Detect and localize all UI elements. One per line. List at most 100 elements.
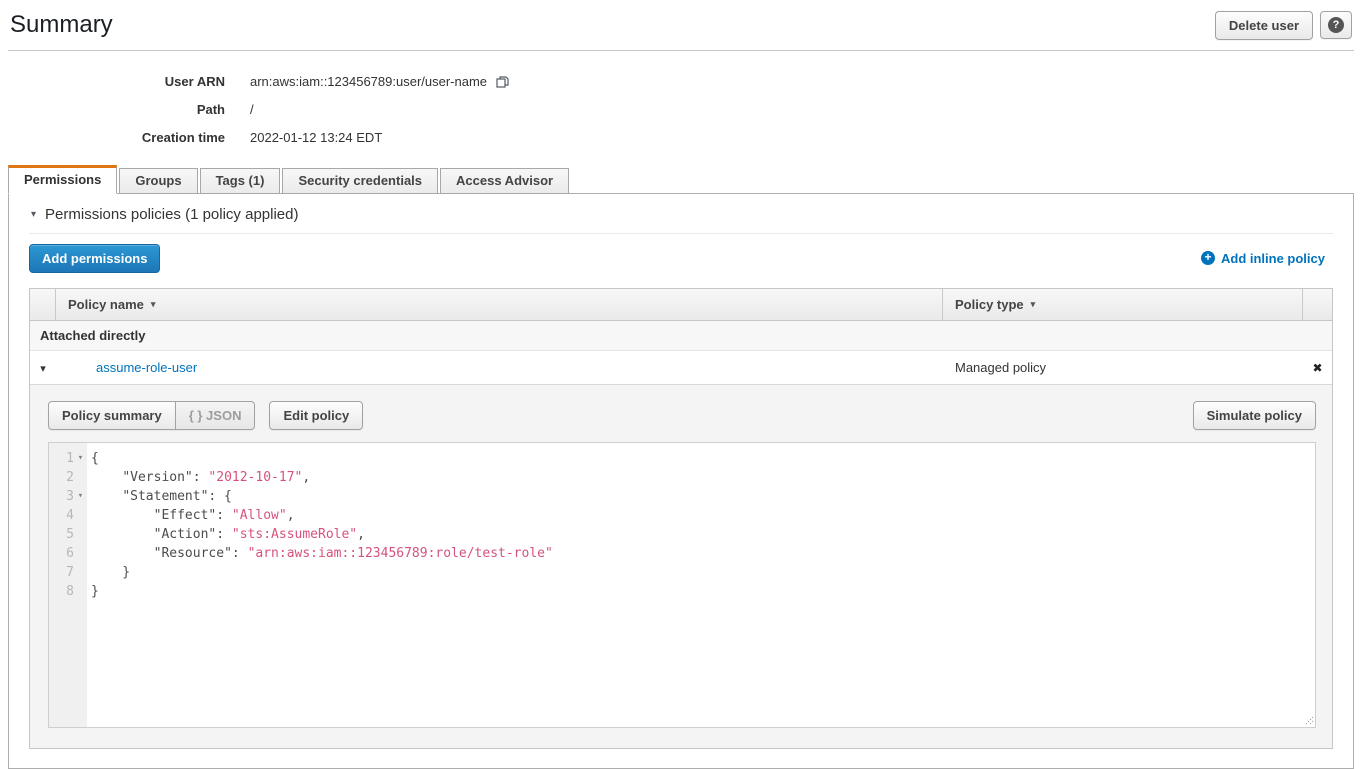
policy-detail-toolbar: Policy summary { } JSON Edit policy Simu… [48, 401, 1316, 430]
permissions-policies-section-header[interactable]: ▾ Permissions policies (1 policy applied… [29, 194, 1333, 234]
tab-tags-1[interactable]: Tags (1) [200, 168, 281, 194]
json-view-button[interactable]: { } JSON [175, 401, 256, 430]
code-segment-plain [91, 546, 154, 561]
attached-directly-group-row: Attached directly [30, 321, 1332, 351]
code-segment-key: "Effect" [154, 508, 217, 523]
line-number: 7 [54, 563, 74, 582]
code-segment-plain [91, 489, 122, 504]
tab-security-credentials[interactable]: Security credentials [282, 168, 438, 194]
code-segment-plain: , [287, 508, 295, 523]
field-row-creation-time: Creation time2022-01-12 13:24 EDT [8, 123, 1354, 151]
sort-caret-icon: ▾ [1031, 299, 1036, 310]
page-title: Summary [10, 11, 113, 39]
field-value-text: 2022-01-12 13:24 EDT [250, 130, 382, 145]
permissions-tab-panel: ▾ Permissions policies (1 policy applied… [8, 193, 1354, 769]
code-segment-string: "Allow" [232, 508, 287, 523]
editor-code[interactable]: { "Version": "2012-10-17", "Statement": … [87, 443, 1315, 727]
editor-gutter: 1▾23▾45678 [49, 443, 87, 727]
code-segment-key: "Resource" [154, 546, 232, 561]
policy-name-column-header[interactable]: Policy name ▾ [56, 289, 943, 320]
line-number: 1 [54, 449, 74, 468]
chevron-down-icon: ▾ [40, 363, 46, 375]
field-row-path: Path/ [8, 95, 1354, 123]
code-segment-plain: : { [208, 489, 231, 504]
code-line: { [91, 449, 1315, 468]
code-segment-plain: : [193, 470, 209, 485]
code-segment-plain: } [91, 565, 130, 580]
tab-access-advisor[interactable]: Access Advisor [440, 168, 569, 194]
code-line: "Action": "sts:AssumeRole", [91, 525, 1315, 544]
line-number: 8 [54, 582, 74, 601]
code-segment-key: "Version" [122, 470, 192, 485]
policy-type-column-header[interactable]: Policy type ▾ [943, 289, 1303, 320]
code-segment-string: "2012-10-17" [208, 470, 302, 485]
help-button[interactable]: ? [1320, 11, 1352, 39]
field-label: Path [8, 102, 250, 117]
code-line: } [91, 563, 1315, 582]
fold-toggle-icon[interactable]: ▾ [74, 454, 87, 463]
field-value: 2022-01-12 13:24 EDT [250, 130, 382, 145]
line-number: 4 [54, 506, 74, 525]
policy-detail-panel: Policy summary { } JSON Edit policy Simu… [30, 385, 1332, 748]
field-label: User ARN [8, 74, 250, 89]
gutter-line: 2 [49, 468, 87, 487]
plus-icon: + [1201, 251, 1215, 265]
gutter-line: 8 [49, 582, 87, 601]
code-segment-key: "Action" [154, 527, 217, 542]
sort-caret-icon: ▾ [151, 299, 156, 310]
policy-view-toggle-group: Policy summary { } JSON [48, 401, 255, 430]
field-row-user-arn: User ARNarn:aws:iam::123456789:user/user… [8, 67, 1354, 95]
line-number: 6 [54, 544, 74, 563]
fold-toggle-icon[interactable]: ▾ [74, 492, 87, 501]
page-header: Summary Delete user ? [8, 0, 1354, 51]
resize-handle-icon[interactable] [1301, 713, 1314, 726]
tab-groups[interactable]: Groups [119, 168, 197, 194]
line-number: 5 [54, 525, 74, 544]
policy-name-cell: assume-role-user [56, 360, 943, 375]
gutter-line: 6 [49, 544, 87, 563]
policy-table-header: Policy name ▾ Policy type ▾ [30, 289, 1332, 321]
edit-policy-button[interactable]: Edit policy [269, 401, 363, 430]
tab-permissions[interactable]: Permissions [8, 165, 117, 194]
permissions-policies-heading: Permissions policies (1 policy applied) [45, 206, 298, 223]
gutter-line: 7 [49, 563, 87, 582]
policy-name-link[interactable]: assume-role-user [96, 360, 197, 375]
gutter-line: 5 [49, 525, 87, 544]
add-inline-policy-label: Add inline policy [1221, 251, 1325, 266]
json-editor[interactable]: 1▾23▾45678 { "Version": "2012-10-17", "S… [48, 442, 1316, 728]
chevron-down-icon: ▾ [31, 210, 36, 220]
field-value: arn:aws:iam::123456789:user/user-name [250, 74, 510, 89]
line-number: 3 [54, 487, 74, 506]
field-value: / [250, 102, 254, 117]
code-segment-plain [91, 527, 154, 542]
gutter-line: 1▾ [49, 449, 87, 468]
summary-fields: User ARNarn:aws:iam::123456789:user/user… [8, 51, 1354, 159]
code-segment-plain [91, 470, 122, 485]
simulate-policy-button[interactable]: Simulate policy [1193, 401, 1316, 430]
gutter-line: 4 [49, 506, 87, 525]
delete-user-button[interactable]: Delete user [1215, 11, 1313, 40]
help-icon: ? [1328, 17, 1344, 33]
code-line: "Statement": { [91, 487, 1315, 506]
policy-actions-row: Add permissions + Add inline policy [29, 244, 1333, 272]
code-segment-plain: { [91, 451, 99, 466]
code-segment-plain: , [302, 470, 310, 485]
field-label: Creation time [8, 130, 250, 145]
copy-icon[interactable] [495, 74, 510, 89]
policy-summary-button[interactable]: Policy summary [48, 401, 176, 430]
code-segment-plain: , [357, 527, 365, 542]
code-line: "Resource": "arn:aws:iam::123456789:role… [91, 544, 1315, 563]
detach-policy-button[interactable]: ✖ [1303, 360, 1332, 375]
policy-type-cell: Managed policy [943, 360, 1303, 375]
policy-row-expander[interactable]: ▾ [30, 360, 56, 375]
policy-type-header-label: Policy type [955, 297, 1024, 312]
close-icon: ✖ [1312, 361, 1322, 375]
code-line: "Version": "2012-10-17", [91, 468, 1315, 487]
header-actions: Delete user ? [1215, 11, 1352, 40]
expander-column-header [30, 289, 56, 320]
add-permissions-button[interactable]: Add permissions [29, 244, 160, 273]
add-inline-policy-link[interactable]: + Add inline policy [1201, 251, 1325, 266]
gutter-line: 3▾ [49, 487, 87, 506]
line-number: 2 [54, 468, 74, 487]
code-segment-key: "Statement" [122, 489, 208, 504]
